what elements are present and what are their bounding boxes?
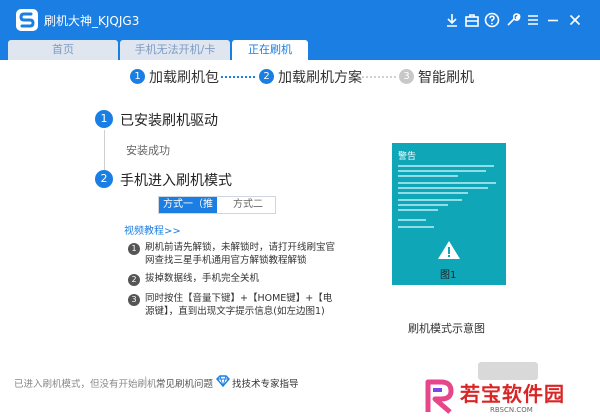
phone-text-line [398, 170, 486, 172]
phone-text-line [398, 165, 494, 167]
step-2-number: 2 [259, 69, 274, 84]
instruction-1-number: 1 [128, 243, 140, 255]
method-tab-2[interactable]: 方式二 [219, 197, 277, 213]
phone-text-line [398, 175, 458, 177]
phone-text-line [398, 192, 468, 194]
video-tutorial-link[interactable]: 视频教程>> [124, 222, 181, 237]
phone-text-line [398, 187, 488, 189]
instruction-2-text: 拔掉数据线，手机完全关机 [145, 273, 260, 284]
app-logo-icon [16, 9, 38, 31]
tab-cannot-boot[interactable]: 手机无法开机/卡 [120, 40, 230, 60]
step-3-label: 智能刷机 [418, 70, 474, 86]
tab-home[interactable]: 首页 [8, 40, 118, 60]
phone-text-line [398, 204, 448, 206]
substep-1-title: 已安装刷机驱动 [120, 113, 218, 129]
step-1-label: 加载刷机包 [149, 70, 219, 86]
substep-1-number: 1 [95, 110, 113, 128]
watermark-title: 若宝软件园 [460, 382, 565, 406]
phone-text-line [398, 226, 434, 228]
watermark-logo-icon [425, 379, 454, 414]
driver-install-status: 安装成功 [126, 144, 170, 157]
tab-flashing[interactable]: 正在刷机 [232, 40, 308, 60]
step-2-label: 加载刷机方案 [278, 70, 362, 86]
substep-2-title: 手机进入刷机模式 [120, 173, 232, 189]
step-connector-1 [221, 76, 255, 78]
expert-support-link[interactable]: 找技术专家指导 [232, 376, 299, 390]
faq-link[interactable]: 常见刷机问题 [156, 376, 213, 390]
method-tabs: 方式一（推荐） 方式二 [158, 196, 277, 226]
toolbox-icon[interactable] [463, 11, 481, 29]
substep-2-number: 2 [95, 170, 113, 188]
minimize-icon[interactable] [544, 11, 562, 29]
download-mode-illustration: 警告 [392, 143, 506, 285]
figure-label: 图1 [440, 270, 457, 281]
step-progress: 1 加载刷机包 2 加载刷机方案 3 智能刷机 [0, 66, 600, 90]
title-bar: 刷机大神_KJQJG3 [0, 0, 600, 40]
phone-text-line [398, 182, 496, 184]
phone-text-line [398, 199, 462, 201]
warning-triangle-icon [438, 241, 460, 259]
diamond-icon [216, 375, 230, 387]
step-connector-2 [362, 76, 396, 78]
instruction-1-text: 刷机前请先解锁，未解锁时，请打开线刷宝官网查找三星手机通用官方解锁教程解锁 [145, 242, 336, 266]
instruction-3-number: 3 [128, 294, 140, 306]
step-3-number: 3 [399, 69, 414, 84]
step-1-number: 1 [130, 69, 145, 84]
close-icon[interactable] [566, 11, 584, 29]
tab-bar: 首页 手机无法开机/卡 正在刷机 [0, 40, 600, 60]
method-tab-1[interactable]: 方式一（推荐） [159, 197, 217, 226]
menu-icon[interactable] [524, 11, 542, 29]
phone-warning-heading: 警告 [398, 152, 417, 162]
phone-text-line [398, 219, 426, 221]
wrench-icon[interactable] [504, 11, 522, 29]
substep-connector [104, 130, 105, 172]
window-title: 刷机大神_KJQJG3 [44, 14, 140, 28]
watermark-url: RBSCN.COM [490, 406, 533, 414]
help-icon[interactable] [483, 11, 501, 29]
instruction-2-number: 2 [128, 274, 140, 286]
download-icon[interactable] [443, 11, 461, 29]
footer-separator: | [144, 376, 148, 387]
status-message: 已进入刷机模式，但没有开始刷机 [14, 379, 157, 390]
phone-text-line [398, 209, 438, 211]
illustration-caption: 刷机模式示意图 [408, 322, 485, 335]
site-watermark: 若宝软件园 RBSCN.COM [420, 376, 600, 420]
instruction-3-text: 同时按住【音量下键】+【HOME键】+【电源键】，直到出现文字提示信息(如左边图… [145, 293, 333, 317]
